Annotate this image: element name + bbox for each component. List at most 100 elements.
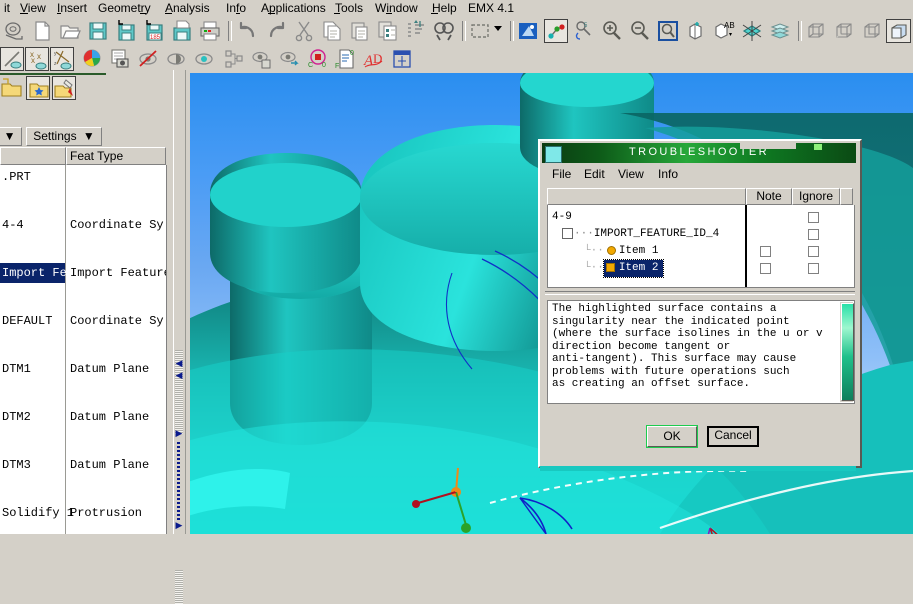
ignore-checkbox[interactable] bbox=[808, 212, 819, 223]
wireframe-icon[interactable] bbox=[804, 19, 828, 43]
open-folder-icon[interactable] bbox=[58, 19, 82, 43]
print-icon[interactable] bbox=[198, 19, 222, 43]
datum-plane-icon[interactable] bbox=[0, 47, 24, 71]
emx-component-icon[interactable] bbox=[26, 76, 50, 100]
zoom-window-icon[interactable] bbox=[656, 19, 680, 43]
half-view-icon[interactable] bbox=[164, 47, 188, 71]
save-icon[interactable] bbox=[86, 19, 110, 43]
view-ab-icon[interactable]: AB bbox=[712, 19, 736, 43]
table-row[interactable]: Solidify 1 Protrusion bbox=[0, 501, 166, 525]
sort-icon[interactable] bbox=[404, 19, 428, 43]
zoom-in-icon[interactable] bbox=[600, 19, 624, 43]
splitter-expand-arrow-2[interactable]: ▶ bbox=[175, 520, 183, 530]
list-item-selected[interactable]: └·· Item 2 bbox=[584, 259, 665, 278]
paste-icon[interactable] bbox=[348, 19, 372, 43]
save-view-icon[interactable] bbox=[250, 47, 274, 71]
table-row[interactable]: .PRT bbox=[0, 165, 166, 189]
tree-filter-icon[interactable] bbox=[222, 47, 246, 71]
splitter-collapse-arrow-2[interactable]: ◀ bbox=[175, 370, 183, 380]
hidden-line-icon[interactable] bbox=[832, 19, 856, 43]
save-copy-icon[interactable] bbox=[114, 19, 138, 43]
ignore-checkbox[interactable] bbox=[808, 246, 819, 257]
table-row[interactable]: 4-4 Coordinate Sy... bbox=[0, 213, 166, 237]
menu-item-edit[interactable]: it bbox=[0, 1, 14, 16]
model-player-icon[interactable] bbox=[108, 47, 132, 71]
mold-layout-icon[interactable] bbox=[390, 47, 414, 71]
dialog-menu-info[interactable]: Info bbox=[658, 167, 678, 181]
eye-display-icon[interactable] bbox=[192, 47, 216, 71]
reorient-icon[interactable]: 5 bbox=[572, 19, 596, 43]
save-backup-icon[interactable] bbox=[170, 19, 194, 43]
system-menu-icon[interactable] bbox=[545, 146, 562, 163]
new-file-icon[interactable] bbox=[30, 19, 54, 43]
save-as-185-icon[interactable]: 185 bbox=[142, 19, 166, 43]
ignore-checkbox[interactable] bbox=[808, 263, 819, 274]
dialog-menu-view[interactable]: View bbox=[618, 167, 644, 181]
table-row[interactable]: DTM2 Datum Plane bbox=[0, 405, 166, 429]
message-panel[interactable]: The highlighted surface contains a singu… bbox=[547, 300, 855, 404]
panel-splitter[interactable]: ◀ ◀ ▶ ▶ bbox=[173, 70, 186, 604]
dialog-menu-file[interactable]: File bbox=[552, 167, 571, 181]
column-header-note[interactable]: Note bbox=[746, 188, 792, 205]
new-session-icon[interactable] bbox=[2, 19, 26, 43]
spin-center-icon[interactable] bbox=[544, 19, 568, 43]
color-appearance-icon[interactable] bbox=[80, 47, 104, 71]
splitter-expand-arrow[interactable]: ▶ bbox=[175, 428, 183, 438]
ok-button[interactable]: OK bbox=[646, 425, 698, 448]
table-row-selected[interactable]: Import Fea Import Feature bbox=[0, 261, 166, 285]
tree-feat-type-column-header[interactable]: Feat Type bbox=[66, 147, 166, 165]
note-checkbox[interactable] bbox=[760, 263, 771, 274]
dialog-menu-edit[interactable]: Edit bbox=[584, 167, 605, 181]
datum-point-icon[interactable]: xxx bbox=[25, 47, 49, 71]
model-tree-list[interactable]: .PRT 4-4 Coordinate Sy... Import Fea Imp… bbox=[0, 165, 167, 534]
settings-button[interactable]: Settings ▼ bbox=[26, 127, 102, 146]
column-header-extra[interactable] bbox=[840, 188, 853, 205]
geom-check-icon[interactable]: C0 bbox=[306, 47, 330, 71]
menu-item-emx[interactable]: EMX 4.1 bbox=[464, 1, 518, 16]
ignore-checkbox[interactable] bbox=[808, 229, 819, 240]
expand-box-icon[interactable] bbox=[562, 227, 573, 239]
hide-datum-icon[interactable] bbox=[136, 47, 160, 71]
message-scrollbar[interactable] bbox=[840, 302, 854, 402]
redo-icon[interactable] bbox=[264, 19, 288, 43]
find-icon[interactable] bbox=[432, 19, 456, 43]
paste-special-icon[interactable] bbox=[376, 19, 400, 43]
list-item[interactable]: 4-9 bbox=[552, 209, 572, 226]
chevron-down-icon[interactable] bbox=[494, 26, 502, 31]
menu-item-window[interactable]: Window bbox=[371, 1, 422, 16]
undo-icon[interactable] bbox=[236, 19, 260, 43]
scrollbar-thumb[interactable] bbox=[841, 303, 854, 401]
emx-project-icon[interactable] bbox=[0, 76, 24, 100]
emx-assembly-icon[interactable] bbox=[52, 76, 76, 100]
splitter-collapse-arrow[interactable]: ◀ bbox=[175, 358, 183, 368]
zoom-out-icon[interactable] bbox=[628, 19, 652, 43]
shaded-icon[interactable] bbox=[886, 19, 911, 43]
cancel-button[interactable]: Cancel bbox=[707, 426, 759, 447]
cut-icon[interactable] bbox=[292, 19, 316, 43]
table-row[interactable]: DTM1 Datum Plane bbox=[0, 357, 166, 381]
table-row[interactable]: DEFAULT Coordinate Sy... bbox=[0, 309, 166, 333]
copy-icon[interactable] bbox=[320, 19, 344, 43]
repaint-icon[interactable] bbox=[516, 19, 540, 43]
table-row[interactable]: DTM3 Datum Plane bbox=[0, 453, 166, 477]
saved-view-icon[interactable] bbox=[684, 19, 708, 43]
troubleshooter-dialog[interactable]: TROUBLESHOOTER File Edit View Info Note … bbox=[538, 139, 862, 468]
note-checkbox[interactable] bbox=[760, 246, 771, 257]
list-item[interactable]: └·· Item 1 bbox=[584, 243, 658, 260]
marquee-select-icon[interactable] bbox=[468, 19, 492, 43]
show-dropdown[interactable]: w ▼ bbox=[0, 127, 22, 146]
layers-icon[interactable] bbox=[768, 19, 792, 43]
list-item[interactable]: ···IMPORT_FEATURE_ID_4 bbox=[562, 226, 719, 243]
datum-axis-icon[interactable]: yz bbox=[50, 47, 74, 71]
no-hidden-icon[interactable] bbox=[860, 19, 884, 43]
annotation-icon[interactable]: AD bbox=[362, 47, 386, 71]
column-header-ignore[interactable]: Ignore bbox=[792, 188, 840, 205]
view-switch-icon[interactable] bbox=[278, 47, 302, 71]
tree-name-column-header[interactable] bbox=[0, 147, 66, 165]
issue-tree[interactable]: 4-9 ···IMPORT_FEATURE_ID_4 └·· Item 1 └··… bbox=[547, 205, 855, 288]
splitter-grip-2[interactable] bbox=[175, 570, 183, 604]
column-header-item[interactable] bbox=[547, 188, 746, 205]
note-icon[interactable]: F0 bbox=[334, 47, 358, 71]
datum-display-icon[interactable] bbox=[740, 19, 764, 43]
dialog-title-bar[interactable]: TROUBLESHOOTER bbox=[542, 143, 856, 163]
